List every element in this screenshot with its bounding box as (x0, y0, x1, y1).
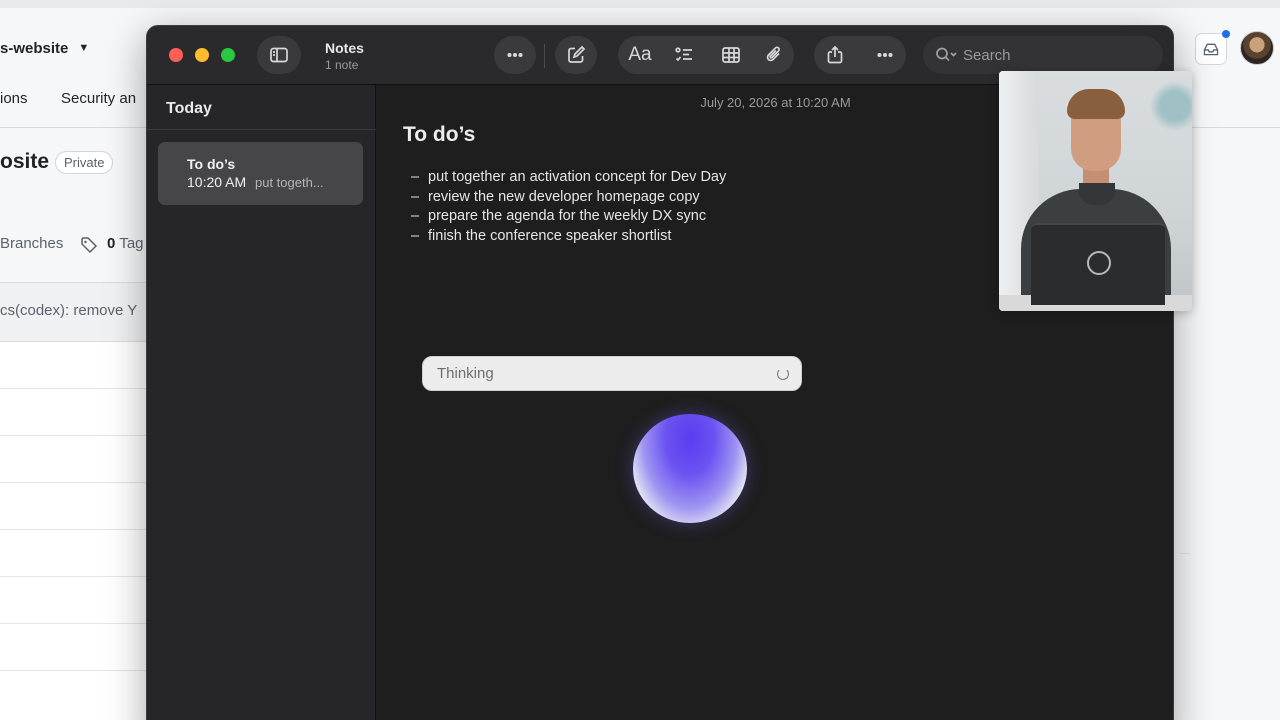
note-title[interactable]: To do’s (403, 123, 475, 147)
todo-list: – put together an activation concept for … (411, 168, 726, 246)
attachment-button[interactable] (755, 36, 793, 74)
zoom-window-button[interactable] (221, 48, 235, 62)
notification-dot (1222, 30, 1230, 38)
window-subtitle: 1 note (325, 58, 359, 72)
sidebar-divider (147, 129, 376, 130)
assistant-status-bar: Thinking (422, 356, 802, 391)
list-item-text: put together an activation concept for D… (428, 169, 727, 185)
file-list (0, 342, 160, 720)
minimize-window-button[interactable] (195, 48, 209, 62)
file-row[interactable] (0, 624, 160, 671)
more-actions-button[interactable] (866, 36, 904, 74)
loading-spinner-icon (777, 368, 789, 380)
more-icon (877, 52, 893, 58)
note-list-item[interactable]: To do’s 10:20 AM put togeth... (158, 142, 363, 205)
note-item-title: To do’s (187, 156, 236, 172)
format-text-button[interactable]: Aa (621, 36, 659, 74)
list-bullet: – (411, 169, 420, 185)
list-item[interactable]: – prepare the agenda for the weekly DX sy… (411, 207, 726, 227)
nav-tab-actions[interactable]: ions (0, 90, 28, 107)
sidebar-toggle-icon (270, 47, 288, 63)
tags-label: Tag (119, 235, 144, 252)
file-row[interactable] (0, 436, 160, 483)
file-row[interactable] (0, 342, 160, 389)
presenter-collar (1079, 183, 1115, 205)
file-row[interactable] (0, 483, 160, 530)
browser-top-strip (0, 0, 1280, 8)
tags-count: 0 (107, 235, 116, 252)
chevron-down-icon: ▼ (78, 42, 90, 54)
repo-title: osite (0, 150, 50, 173)
visibility-badge: Private (55, 151, 114, 174)
table-icon (722, 47, 740, 63)
latest-commit-message[interactable]: cs(codex): remove Y (0, 302, 137, 319)
more-options-button[interactable] (496, 36, 534, 74)
presenter-hair (1067, 89, 1125, 119)
webcam-overlay (999, 71, 1192, 311)
background-plant (1149, 81, 1192, 131)
file-row[interactable] (0, 530, 160, 577)
inbox-icon (1203, 43, 1219, 56)
share-icon (827, 45, 843, 64)
notes-sidebar: Today To do’s 10:20 AM put togeth... (147, 85, 376, 720)
inbox-button[interactable] (1195, 33, 1227, 65)
search-icon (936, 47, 957, 62)
list-item[interactable]: – put together an activation concept for … (411, 168, 726, 188)
sidebar-toggle-button[interactable] (260, 36, 298, 74)
new-note-button[interactable] (557, 36, 595, 74)
list-item[interactable]: – review the new developer homepage copy (411, 188, 726, 208)
list-item-text: prepare the agenda for the weekly DX syn… (428, 208, 707, 224)
file-row[interactable] (0, 577, 160, 624)
search-input[interactable] (963, 46, 1143, 64)
user-avatar[interactable] (1240, 31, 1274, 65)
divider (1180, 553, 1190, 554)
openai-logo-icon (1087, 251, 1111, 275)
tag-icon (81, 237, 98, 254)
section-heading-today: Today (166, 100, 212, 117)
tags-link[interactable]: 0 Tag (107, 235, 144, 252)
repo-name-dropdown[interactable]: s-website ▼ (0, 40, 89, 57)
note-item-time: 10:20 AM (187, 174, 247, 190)
list-item[interactable]: – finish the conference speaker shortlist (411, 227, 726, 247)
close-window-button[interactable] (169, 48, 183, 62)
compose-icon (568, 45, 586, 63)
nav-tab-security[interactable]: Security an (61, 90, 136, 107)
share-button[interactable] (816, 36, 854, 74)
checklist-icon (675, 47, 692, 62)
list-bullet: – (411, 188, 420, 205)
note-item-preview: put togeth... (255, 175, 324, 190)
table-button[interactable] (712, 36, 750, 74)
branches-link[interactable]: Branches (0, 235, 63, 252)
assistant-status-text: Thinking (437, 365, 494, 382)
search-field[interactable] (923, 36, 1163, 74)
list-item-text: review the new developer homepage copy (428, 188, 700, 205)
list-bullet: – (411, 208, 420, 224)
more-icon (507, 52, 523, 58)
toolbar-divider (544, 44, 545, 68)
list-bullet: – (411, 227, 420, 244)
attachment-icon (766, 46, 780, 62)
list-item-text: finish the conference speaker shortlist (428, 227, 672, 244)
file-row[interactable] (0, 389, 160, 436)
checklist-button[interactable] (665, 36, 703, 74)
assistant-orb (633, 414, 747, 523)
window-title: Notes (325, 40, 364, 56)
